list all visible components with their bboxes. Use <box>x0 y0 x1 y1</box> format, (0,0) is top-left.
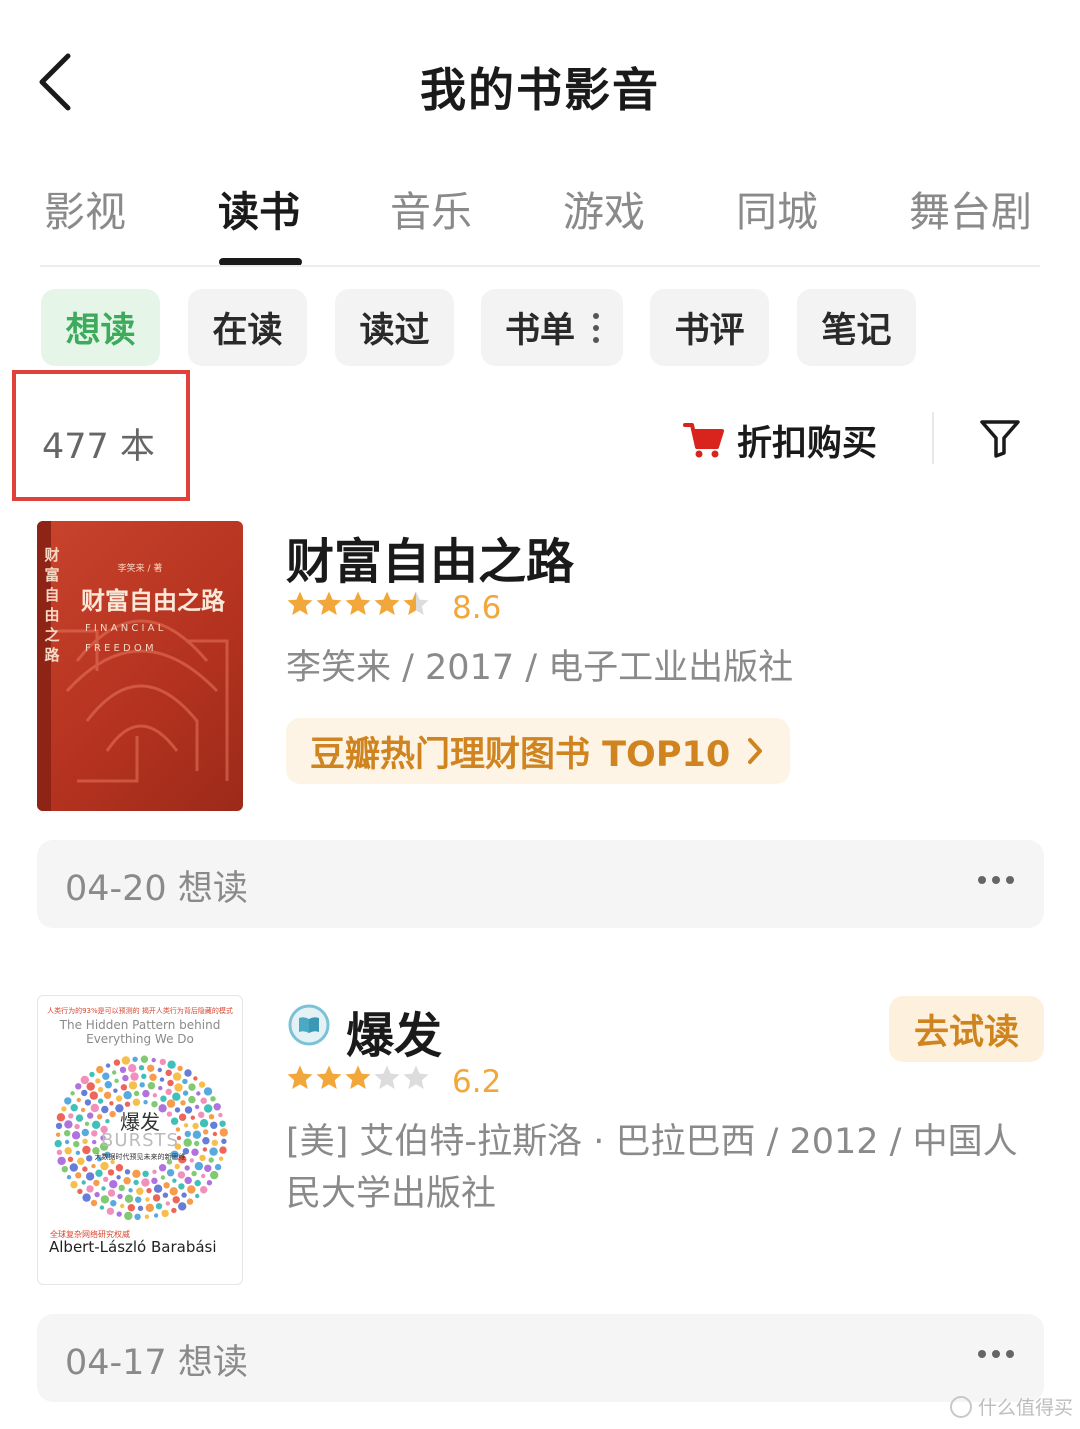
tabs-divider <box>40 265 1040 267</box>
shopping-cart-icon <box>683 423 724 458</box>
status-row: 04-20 想读 <box>37 840 1044 928</box>
annotation-highlight-box <box>12 370 190 501</box>
status-chips: 想读 在读 读过 书单 书评 笔记 <box>0 289 1080 367</box>
tab-movies[interactable]: 影视 <box>44 178 126 238</box>
chip-label: 想读 <box>65 311 136 351</box>
chip-label: 读过 <box>359 311 430 351</box>
book-title[interactable]: 财富自由之路 <box>286 522 574 592</box>
watermark-text: 什么值得买 <box>978 1397 1074 1419</box>
rating-value: 8.6 <box>452 590 502 626</box>
more-vertical-icon <box>593 312 599 343</box>
more-options-button[interactable] <box>978 876 1014 884</box>
star-rating <box>286 1064 431 1092</box>
book-title[interactable]: 爆发 <box>346 996 442 1066</box>
discount-buy-button[interactable]: 折扣购买 <box>683 414 877 466</box>
chip-label: 笔记 <box>821 311 892 351</box>
divider <box>932 412 934 464</box>
page-title: 我的书影音 <box>420 63 660 117</box>
tab-music[interactable]: 音乐 <box>390 178 472 238</box>
status-date: 04-17 想读 <box>65 1343 248 1383</box>
book-cover[interactable]: 财富自由之路 李笑来 / 著 财富自由之路 F I N A N C I A L … <box>37 521 243 811</box>
cover-english-subtitle: The Hidden Pattern behind Everything We … <box>59 1018 221 1046</box>
star-icon <box>403 591 429 615</box>
rating-value: 6.2 <box>452 1064 502 1100</box>
chevron-right-icon <box>748 738 763 764</box>
cover-english-title: BURSTS <box>101 1130 179 1151</box>
watermark-logo-icon <box>950 1395 972 1418</box>
tab-drama[interactable]: 舞台剧 <box>909 178 1032 238</box>
cover-author: Albert-László Barabási <box>49 1238 217 1256</box>
book-read-icon <box>288 1004 330 1046</box>
header: 我的书影音 <box>0 0 1080 160</box>
chip-booklists[interactable]: 书单 <box>481 289 623 366</box>
book-cover[interactable]: 人类行为的93%是可以预测的 揭开人类行为背后隐藏的模式 The Hidden … <box>37 995 243 1285</box>
chip-reading[interactable]: 在读 <box>188 289 307 366</box>
filter-icon <box>980 420 1020 458</box>
star-icon <box>374 1065 400 1089</box>
star-icon <box>345 1065 371 1089</box>
star-icon <box>374 591 400 615</box>
tab-local-events[interactable]: 同城 <box>736 178 818 238</box>
cover-subtitle: F I N A N C I A L <box>85 623 164 634</box>
status-date: 04-20 想读 <box>65 869 248 909</box>
chip-label: 在读 <box>212 311 283 351</box>
watermark: 什么值得买 <box>950 1393 1073 1420</box>
cover-sub-line: 大数据时代预见未来的新思维 <box>94 1153 186 1161</box>
chip-want-to-read[interactable]: 想读 <box>41 289 160 366</box>
try-reading-button[interactable]: 去试读 <box>889 996 1044 1062</box>
tab-books[interactable]: 读书 <box>218 178 300 238</box>
more-options-button[interactable] <box>978 1350 1014 1358</box>
chip-label: 书评 <box>674 311 745 351</box>
chip-label: 书单 <box>504 311 575 351</box>
category-tabs: 影视 读书 音乐 游戏 同城 舞台剧 <box>0 178 1080 268</box>
ranking-tag-label: 豆瓣热门理财图书 TOP10 <box>310 734 731 775</box>
star-icon <box>316 1065 342 1089</box>
star-icon <box>287 591 313 615</box>
cover-title: 财富自由之路 <box>81 586 225 615</box>
cover-subtitle: F R E E D O M <box>85 643 154 654</box>
filter-button[interactable] <box>978 416 1022 460</box>
book-meta: 李笑来 / 2017 / 电子工业出版社 <box>286 648 794 688</box>
status-row: 04-17 想读 <box>37 1314 1044 1402</box>
chip-read[interactable]: 读过 <box>335 289 454 366</box>
star-icon <box>345 591 371 615</box>
cover-author: 李笑来 / 著 <box>117 564 163 574</box>
cover-top-line: 人类行为的93%是可以预测的 揭开人类行为背后隐藏的模式 <box>47 1007 233 1015</box>
book-meta: [美] 艾伯特-拉斯洛 · 巴拉巴西 / 2012 / 中国人民大学出版社 <box>286 1122 1018 1214</box>
star-icon <box>287 1065 313 1089</box>
chip-reviews[interactable]: 书评 <box>650 289 769 366</box>
tab-games[interactable]: 游戏 <box>563 178 645 238</box>
star-icon <box>403 1065 429 1089</box>
star-icon <box>316 591 342 615</box>
chip-notes[interactable]: 笔记 <box>797 289 916 366</box>
star-rating <box>286 590 431 618</box>
ranking-tag[interactable]: 豆瓣热门理财图书 TOP10 <box>286 718 791 784</box>
discount-buy-label: 折扣购买 <box>737 423 878 464</box>
